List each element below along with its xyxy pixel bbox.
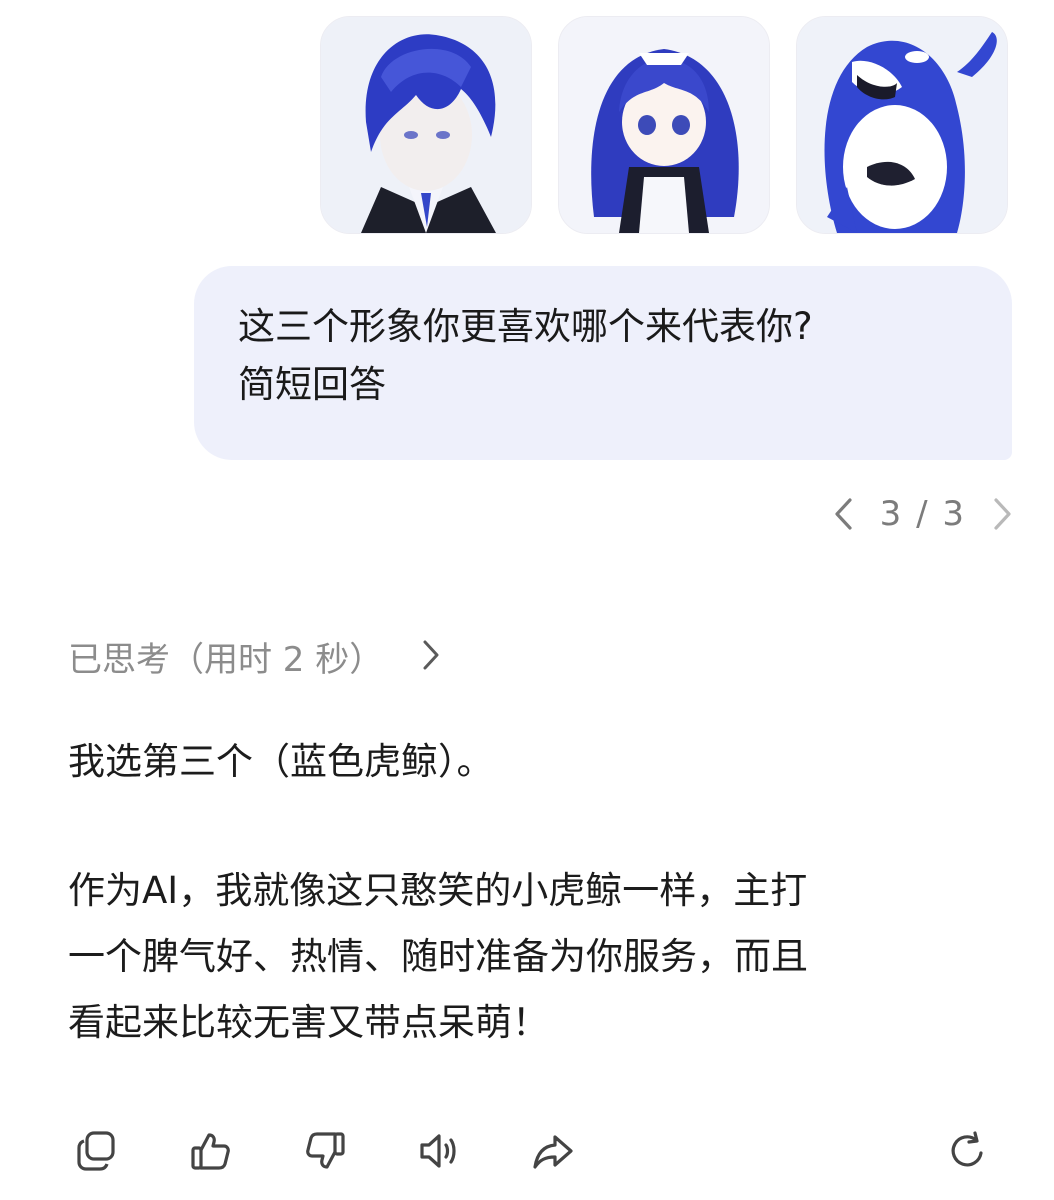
thumbnail-blue-haired-man[interactable]: [320, 16, 532, 234]
message-actions: [74, 1128, 576, 1174]
share-icon[interactable]: [530, 1128, 576, 1174]
thumbnail-orca[interactable]: [796, 16, 1008, 234]
speaker-icon[interactable]: [416, 1128, 462, 1174]
answer-line: 作为AI，我就像这只憨笑的小虎鲸一样，主打: [68, 869, 808, 912]
answer-paragraph: 我选第三个（蓝色虎鲸）。: [68, 740, 494, 783]
blue-haired-man-image: [321, 17, 531, 233]
answer-paragraph: 作为AI，我就像这只憨笑的小虎鲸一样，主打 一个脾气好、热情、随时准备为你服务，…: [68, 858, 998, 1056]
user-message-line: 简短回答: [238, 363, 386, 406]
maid-girl-image: [559, 17, 769, 233]
copy-icon[interactable]: [74, 1128, 120, 1174]
response-pager: 3 / 3: [832, 494, 1014, 534]
refresh-icon[interactable]: [944, 1128, 990, 1174]
image-thumbnails: [320, 16, 1008, 234]
chevron-right-icon: [421, 639, 441, 675]
user-message-line: 这三个形象你更喜欢哪个来代表你?: [238, 305, 813, 348]
answer-line: 一个脾气好、热情、随时准备为你服务，而且: [68, 935, 808, 978]
answer-line: 看起来比较无害又带点呆萌！: [68, 1001, 549, 1044]
thumbnail-maid-girl[interactable]: [558, 16, 770, 234]
thinking-toggle[interactable]: 已思考（用时 2 秒）: [68, 632, 441, 681]
pager-count: 3 / 3: [879, 494, 966, 534]
user-message-bubble: 这三个形象你更喜欢哪个来代表你? 简短回答: [194, 266, 1012, 460]
assistant-answer: 我选第三个（蓝色虎鲸）。 作为AI，我就像这只憨笑的小虎鲸一样，主打 一个脾气好…: [68, 734, 998, 1056]
orca-image: [797, 17, 1007, 233]
chevron-right-icon[interactable]: [992, 497, 1014, 531]
chevron-left-icon[interactable]: [832, 497, 854, 531]
thumbs-up-icon[interactable]: [188, 1128, 234, 1174]
thumbs-down-icon[interactable]: [302, 1128, 348, 1174]
thinking-label: 已思考（用时 2 秒）: [68, 640, 384, 680]
